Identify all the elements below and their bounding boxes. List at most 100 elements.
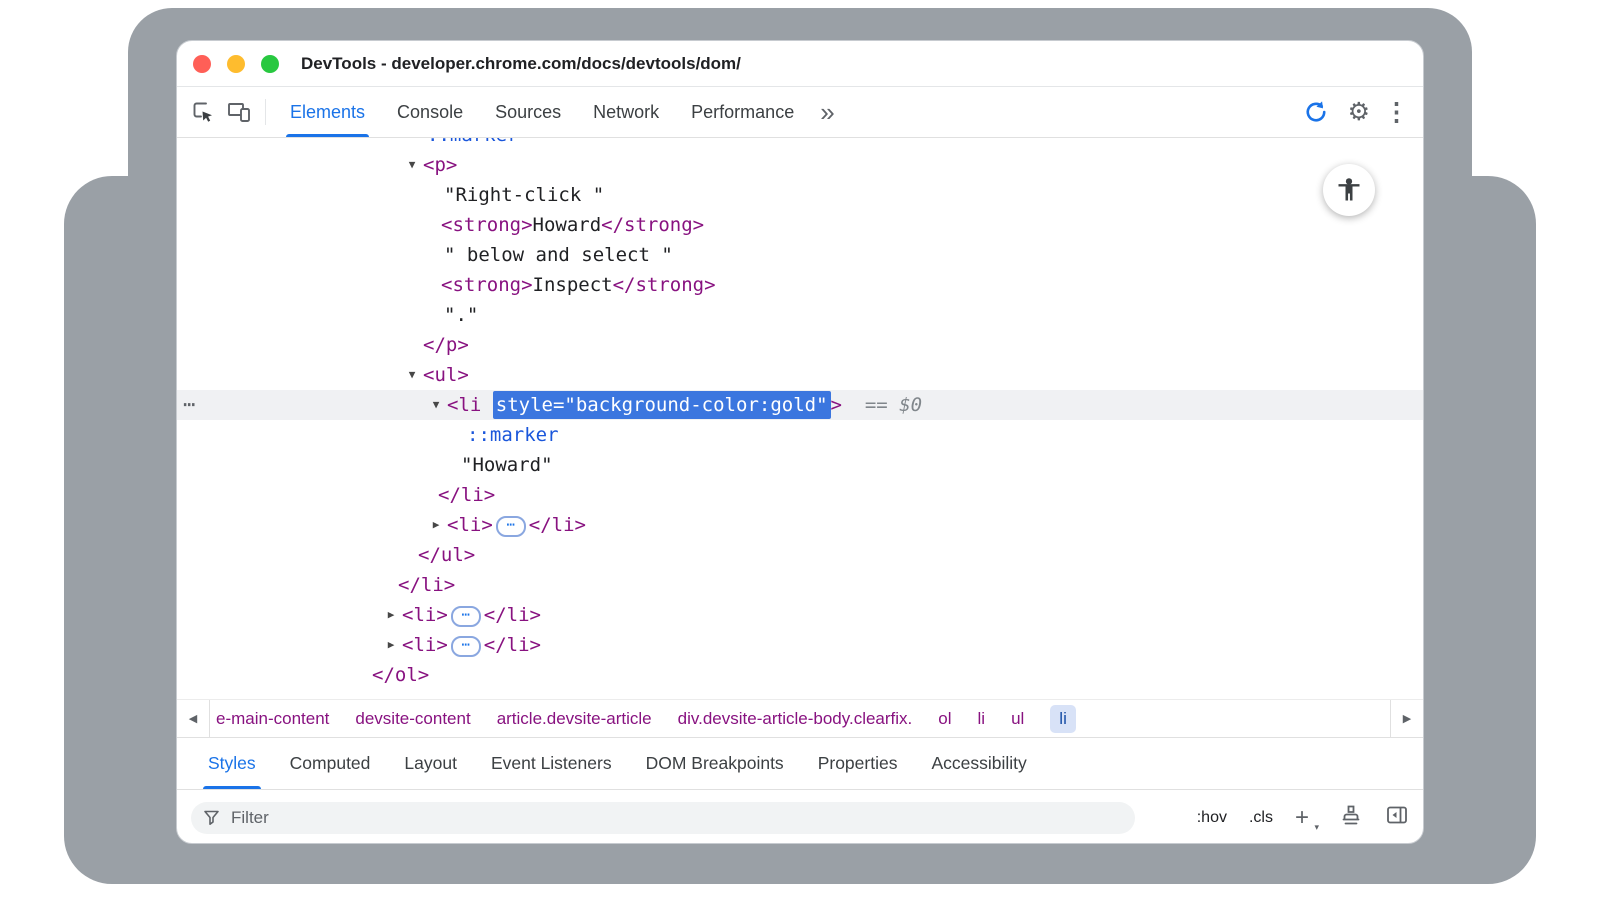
dom-token-tag: </li> (438, 484, 495, 506)
breadcrumb-scroll-right-button[interactable]: ▶ (1390, 700, 1423, 737)
breadcrumb-item-div-devsite-article-body-clearfix[interactable]: div.devsite-article-body.clearfix. (678, 709, 913, 729)
accessibility-button[interactable] (1323, 164, 1375, 216)
dom-token-tag: <li (447, 394, 481, 416)
styles-tab-computed[interactable]: Computed (273, 738, 388, 789)
breadcrumb-item-ol[interactable]: ol (938, 709, 951, 729)
styles-tab-layout[interactable]: Layout (387, 738, 474, 789)
refresh-devtools-button[interactable] (1298, 94, 1334, 130)
collapsed-content-icon[interactable]: ⋯ (496, 516, 526, 537)
dom-token-sp (888, 394, 899, 416)
expand-arrow-icon[interactable]: ▶ (382, 600, 400, 630)
dom-tree-row[interactable]: "." (177, 300, 1423, 330)
dom-tree-row[interactable]: ▶<li>⋯</li> (177, 600, 1423, 630)
dom-token-tag: <li> (402, 634, 448, 656)
breadcrumb-bar: ◀ e-main-content devsite-content article.d… (177, 699, 1423, 738)
styles-tab-styles[interactable]: Styles (191, 738, 273, 789)
styles-filter-bar: :hov .cls + ▾ (177, 790, 1423, 844)
plus-icon: + (1295, 804, 1309, 831)
minimize-window-button[interactable] (227, 55, 245, 73)
dom-tree: ::marker▼<p>"Right-click "<strong>Howard… (177, 138, 1423, 699)
breadcrumb-item-li[interactable]: li (1050, 705, 1076, 733)
toggle-class-button[interactable]: .cls (1249, 809, 1273, 827)
zoom-window-button[interactable] (261, 55, 279, 73)
dom-token-tag: </ol> (372, 664, 429, 686)
dom-tree-row[interactable]: ▶<li>⋯</li> (177, 510, 1423, 540)
dom-tree-row[interactable]: "Howard" (177, 450, 1423, 480)
filter-input[interactable] (229, 807, 1123, 829)
collapse-arrow-icon[interactable]: ▼ (403, 360, 421, 390)
tab-network[interactable]: Network (577, 87, 675, 137)
dom-token-tag: </ul> (418, 544, 475, 566)
more-tabs-button[interactable]: » (810, 99, 844, 125)
dom-token-sp (842, 394, 865, 416)
dom-tree-row[interactable]: <strong>Howard</strong> (177, 210, 1423, 240)
breadcrumb-item-devsite-content[interactable]: devsite-content (355, 709, 470, 729)
dom-tree-row[interactable]: </li> (177, 480, 1423, 510)
dom-tree-row[interactable]: ▼<ul> (177, 360, 1423, 390)
dom-token-tag: </strong> (601, 214, 704, 236)
styles-tab-event-listeners[interactable]: Event Listeners (474, 738, 629, 789)
dom-token-tag: </li> (398, 574, 455, 596)
dom-tree-row[interactable]: </ol> (177, 660, 1423, 690)
breadcrumb-item-li[interactable]: li (978, 709, 986, 729)
dom-tree-row[interactable]: "Right-click " (177, 180, 1423, 210)
toggle-hover-state-button[interactable]: :hov (1197, 809, 1227, 827)
stamp-button[interactable] (1339, 803, 1363, 832)
devtools-window: DevTools - developer.chrome.com/docs/dev… (176, 40, 1424, 844)
dom-token-tag: <p> (423, 154, 457, 176)
window-title: DevTools - developer.chrome.com/docs/dev… (301, 54, 741, 74)
dom-token-tag: </p> (423, 334, 469, 356)
new-style-rule-button[interactable]: + ▾ (1295, 806, 1317, 830)
tab-performance[interactable]: Performance (675, 87, 810, 137)
main-tabs: ElementsConsoleSourcesNetworkPerformance (274, 87, 810, 137)
dom-token-tag: <strong> (441, 274, 533, 296)
toggle-device-toolbar-button[interactable] (221, 94, 257, 130)
dom-token-tag: </li> (529, 514, 586, 536)
toolbar-separator (265, 99, 266, 125)
dom-token-text: "." (444, 304, 478, 326)
inspect-element-button[interactable] (185, 94, 221, 130)
tab-console[interactable]: Console (381, 87, 479, 137)
devtools-toolbar: ElementsConsoleSourcesNetworkPerformance… (177, 87, 1423, 138)
collapsed-content-icon[interactable]: ⋯ (451, 606, 481, 627)
breadcrumb-item-e-main-content[interactable]: e-main-content (216, 709, 329, 729)
toggle-sidebar-icon (1385, 803, 1409, 827)
close-window-button[interactable] (193, 55, 211, 73)
toggle-sidebar-button[interactable] (1385, 803, 1409, 832)
dom-tree-row[interactable]: " below and select " (177, 240, 1423, 270)
scroll-left-icon: ◀ (189, 712, 197, 725)
breadcrumb-item-article-devsite-article[interactable]: article.devsite-article (497, 709, 652, 729)
tab-elements[interactable]: Elements (274, 87, 381, 137)
dom-token-pseudo: ::marker (427, 138, 519, 146)
dom-tree-row-selected[interactable]: ⋯▼<li style="background-color:gold"> == … (177, 390, 1423, 420)
row-more-actions-icon[interactable]: ⋯ (183, 390, 196, 418)
dom-tree-row[interactable]: </p> (177, 330, 1423, 360)
tab-sources[interactable]: Sources (479, 87, 577, 137)
collapse-arrow-icon[interactable]: ▼ (403, 150, 421, 180)
collapsed-content-icon[interactable]: ⋯ (451, 636, 481, 657)
styles-tab-dom-breakpoints[interactable]: DOM Breakpoints (629, 738, 801, 789)
dom-token-tag: <ul> (423, 364, 469, 386)
breadcrumb-item-ul[interactable]: ul (1011, 709, 1024, 729)
kebab-menu-icon[interactable]: ⋮ (1384, 100, 1409, 125)
styles-tab-accessibility[interactable]: Accessibility (914, 738, 1043, 789)
dom-tree-row[interactable]: ::marker (177, 420, 1423, 450)
dom-token-sp (481, 394, 492, 416)
dom-tree-row[interactable]: ▼<p> (177, 150, 1423, 180)
expand-arrow-icon[interactable]: ▶ (427, 510, 445, 540)
breadcrumb: e-main-content devsite-content article.dev… (210, 700, 1390, 737)
dom-tree-row[interactable]: </ul> (177, 540, 1423, 570)
dom-token-eq: == (865, 394, 888, 416)
collapse-arrow-icon[interactable]: ▼ (427, 390, 445, 420)
filter-pill[interactable] (191, 802, 1135, 834)
styles-tab-properties[interactable]: Properties (801, 738, 915, 789)
plus-caret-icon: ▾ (1314, 823, 1319, 832)
dom-tree-row[interactable]: ::marker (177, 138, 1423, 150)
dom-tree-row[interactable]: ▶<li>⋯</li> (177, 630, 1423, 660)
settings-gear-icon[interactable]: ⚙ (1348, 100, 1370, 125)
dom-tree-row[interactable]: <strong>Inspect</strong> (177, 270, 1423, 300)
expand-arrow-icon[interactable]: ▶ (382, 630, 400, 660)
filter-funnel-icon (203, 809, 220, 826)
breadcrumb-scroll-left-button[interactable]: ◀ (177, 700, 210, 737)
dom-tree-row[interactable]: </li> (177, 570, 1423, 600)
